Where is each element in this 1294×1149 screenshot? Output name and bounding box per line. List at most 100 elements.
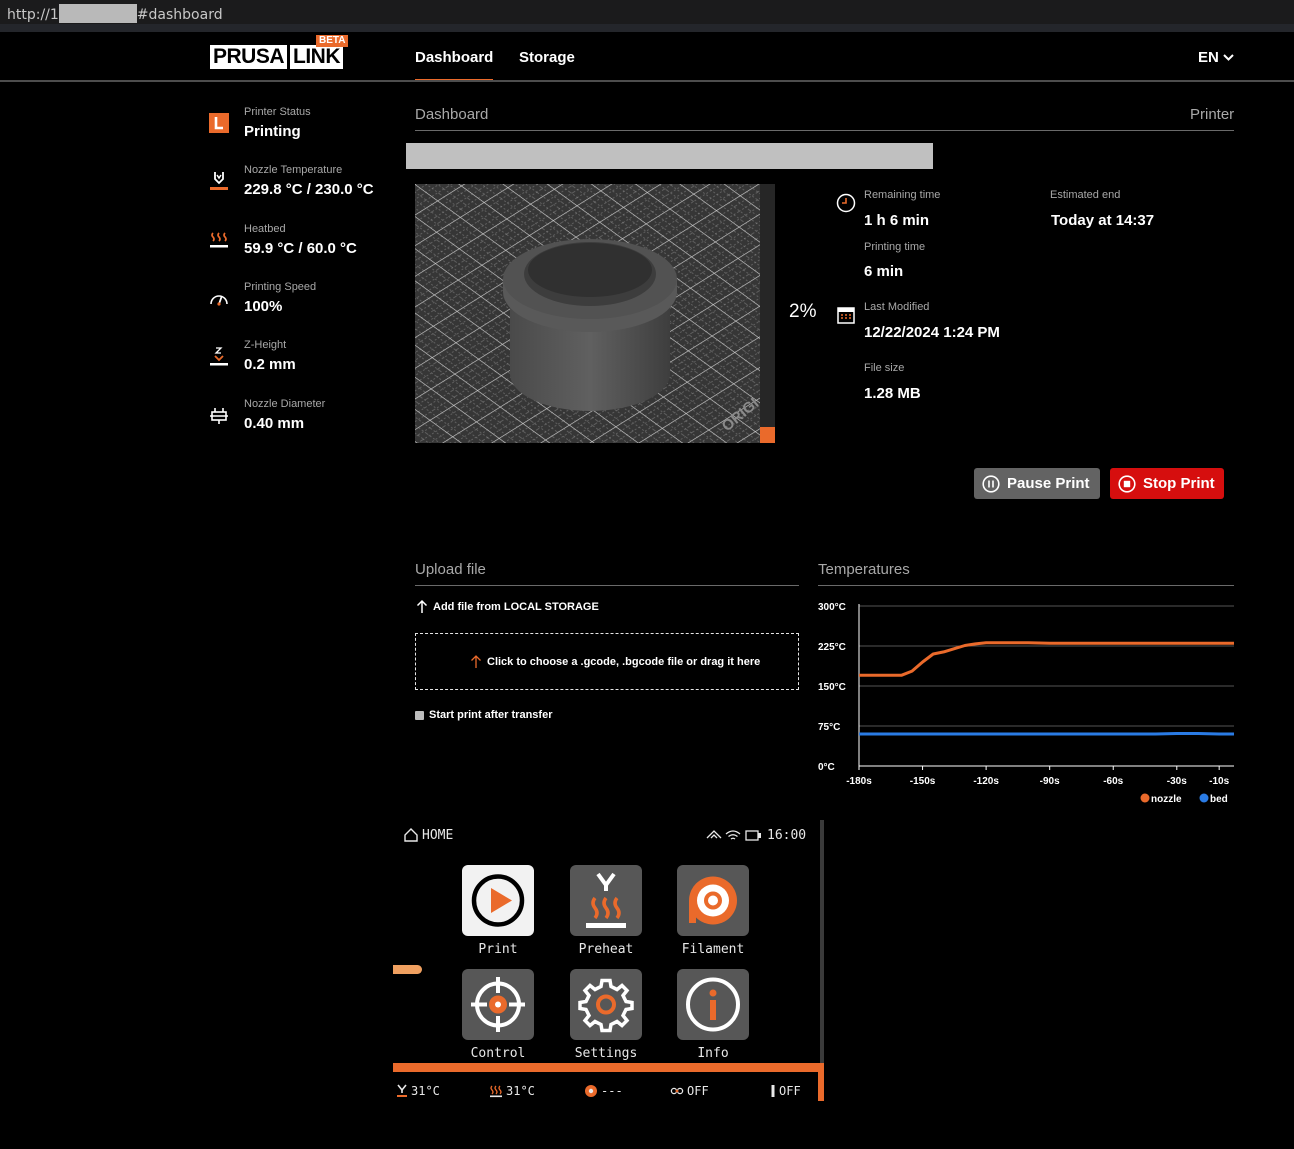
remaining-time-value: 1 h 6 min xyxy=(864,212,930,229)
nozzle-temp-label: Nozzle Temperature xyxy=(244,164,343,176)
printing-time-label: Printing time xyxy=(864,241,926,253)
legend-marker-bed xyxy=(1199,793,1209,803)
beta-badge: BETA xyxy=(316,35,349,47)
redacted-url-segment xyxy=(58,4,137,23)
lcd-heatbed-icon xyxy=(490,1085,502,1098)
lcd-tile-print[interactable] xyxy=(462,865,534,936)
z-height-value: 0.2 mm xyxy=(244,356,296,373)
lcd-footer-bar-edge xyxy=(818,1072,824,1101)
file-size-value: 1.28 MB xyxy=(864,385,921,402)
usb-drive-icon xyxy=(745,830,759,841)
start-print-checkbox[interactable] xyxy=(415,710,424,720)
printing-time-value: 6 min xyxy=(864,263,904,280)
lcd-clock: 16:00 xyxy=(767,828,807,843)
dashboard-section-title: Dashboard xyxy=(415,106,489,123)
lcd-nozzle-icon xyxy=(397,1084,407,1097)
nozzle-diameter-icon xyxy=(210,408,228,424)
start-print-label: Start print after transfer xyxy=(429,709,553,721)
lcd-tile-info-label: Info xyxy=(697,1046,729,1061)
chart-y-tick-label: 0°C xyxy=(818,762,835,773)
dropzone-text: Click to choose a .gcode, .bgcode file o… xyxy=(487,655,761,668)
lcd-tile-settings-label: Settings xyxy=(574,1046,638,1061)
chart-x-tick-label: -10s xyxy=(1209,776,1229,787)
add-local-file-link[interactable]: Add file from LOCAL STORAGE xyxy=(416,599,599,614)
calendar-icon xyxy=(837,307,855,324)
logo-prusa-text: PRUSA xyxy=(210,45,288,69)
lcd-fan-value: OFF xyxy=(687,1084,709,1098)
z-height-label: Z-Height xyxy=(244,339,287,351)
heatbed-value: 59.9 °C / 60.0 °C xyxy=(244,240,357,257)
header-divider xyxy=(0,80,1294,82)
upload-arrow-icon xyxy=(416,599,428,613)
lcd-filament-icon xyxy=(585,1085,597,1097)
nozzle-diameter-label: Nozzle Diameter xyxy=(244,398,326,410)
printer-section-title: Printer xyxy=(1190,106,1235,123)
play-icon xyxy=(471,874,525,927)
nozzle-diameter-value: 0.40 mm xyxy=(244,415,305,432)
lcd-footer-nozzle: 31°C xyxy=(396,1084,440,1098)
lcd-z-axis-icon xyxy=(771,1085,775,1097)
chart-y-tick-label: 300°C xyxy=(818,602,846,613)
lcd-tile-info[interactable] xyxy=(677,969,749,1040)
lcd-bed-temp: 31°C xyxy=(506,1084,535,1098)
lcd-footer-bed: 31°C xyxy=(489,1084,535,1098)
chart-x-tick-label: -90s xyxy=(1040,776,1060,787)
legend-label-nozzle: nozzle xyxy=(1151,794,1182,805)
printer-status-icon xyxy=(209,113,229,133)
dropzone-upload-icon xyxy=(471,655,481,668)
legend-marker-nozzle xyxy=(1140,793,1150,803)
url-prefix: http://1 xyxy=(7,7,59,23)
lcd-status-icons xyxy=(706,830,761,841)
lcd-scrollbar xyxy=(820,820,824,1063)
lcd-home-label: HOME xyxy=(422,828,454,843)
lcd-tile-preheat-label: Preheat xyxy=(578,942,634,957)
speedometer-icon xyxy=(210,295,228,306)
browser-chrome-separator xyxy=(0,24,1294,32)
address-bar[interactable]: http://1 #dashboard xyxy=(0,0,1294,24)
nav-dashboard[interactable]: Dashboard xyxy=(415,49,493,66)
prusa-link-logo[interactable]: PRUSA LINK xyxy=(210,45,344,69)
last-modified-label: Last Modified xyxy=(864,301,930,313)
heatbed-label: Heatbed xyxy=(244,223,286,235)
last-modified-value: 12/22/2024 1:24 PM xyxy=(864,324,1000,341)
clock-icon xyxy=(836,193,856,213)
url-text[interactable]: http://1 #dashboard xyxy=(7,4,223,23)
pause-print-button[interactable]: Pause Print xyxy=(974,468,1100,499)
nav-storage[interactable]: Storage xyxy=(519,49,575,66)
lcd-nozzle-temp: 31°C xyxy=(411,1084,440,1098)
home-icon xyxy=(404,828,418,842)
nozzle-temp-value: 229.8 °C / 230.0 °C xyxy=(244,181,374,198)
lcd-z-value: OFF xyxy=(779,1084,801,1098)
upload-divider xyxy=(415,585,799,586)
lcd-tile-settings[interactable] xyxy=(570,969,642,1040)
progress-bar-fill xyxy=(760,427,775,443)
progress-bar-track xyxy=(760,184,775,443)
lcd-footer-fan: OFF xyxy=(670,1084,709,1098)
legend-label-bed: bed xyxy=(1210,794,1228,805)
print-preview-thumbnail: ORIGI xyxy=(415,184,760,443)
url-suffix: #dashboard xyxy=(136,7,223,23)
stop-print-button[interactable]: Stop Print xyxy=(1110,468,1224,499)
lcd-tile-preheat[interactable] xyxy=(570,865,642,936)
language-selector[interactable]: EN xyxy=(1198,49,1234,66)
z-height-icon xyxy=(210,347,228,366)
temperature-chart: 0°C 75°C 150°C 225°C 300°C -180s -150s -120s -90… xyxy=(818,602,1234,805)
info-icon xyxy=(686,977,740,1032)
temperatures-section-title: Temperatures xyxy=(818,561,910,578)
printer-status-value: Printing xyxy=(244,123,301,140)
stop-icon xyxy=(1118,474,1136,493)
chart-x-tick-label: -120s xyxy=(973,776,999,787)
dropzone-prompt[interactable]: Click to choose a .gcode, .bgcode file o… xyxy=(470,654,760,669)
temperatures-divider xyxy=(818,585,1234,586)
gear-icon xyxy=(578,978,634,1033)
lcd-tile-control[interactable] xyxy=(462,969,534,1040)
file-size-label: File size xyxy=(864,362,905,374)
stop-print-label: Stop Print xyxy=(1143,475,1215,492)
chart-y-tick-label: 75°C xyxy=(818,722,840,733)
start-print-after-transfer-toggle[interactable]: Start print after transfer xyxy=(415,709,552,721)
lcd-tile-filament[interactable] xyxy=(677,865,749,936)
language-label: EN xyxy=(1198,49,1219,66)
lcd-footer-filament: --- xyxy=(584,1084,623,1098)
lcd-footer-z: OFF xyxy=(770,1084,801,1098)
upload-section-title: Upload file xyxy=(415,561,486,578)
